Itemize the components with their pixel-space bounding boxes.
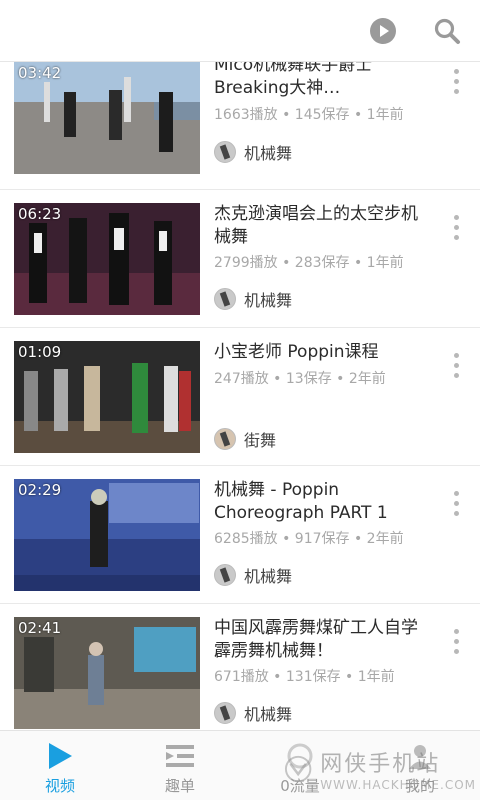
playlist-icon bbox=[166, 745, 194, 767]
channel-info[interactable]: 机械舞 bbox=[214, 563, 292, 587]
channel-avatar bbox=[214, 288, 236, 310]
tab-label: 趣单 bbox=[164, 777, 195, 795]
video-thumbnail[interactable]: 03:42 bbox=[14, 62, 200, 174]
video-title[interactable]: 机械舞 - Poppin Choreograph PART 1 bbox=[214, 479, 424, 525]
video-stats: 247播放 • 13保存 • 2年前 bbox=[214, 371, 386, 387]
video-list-item[interactable]: 06:23 杰克逊演唱会上的太空步机械舞 2799播放 • 283保存 • 1年… bbox=[0, 190, 480, 328]
video-thumbnail[interactable]: 02:29 bbox=[14, 479, 200, 591]
more-dots-icon bbox=[453, 214, 459, 220]
video-list-item[interactable]: 02:41 中国风霹雳舞煤矿工人自学霹雳舞机械舞！ 671播放 • 131保存 … bbox=[0, 604, 480, 730]
video-title[interactable]: 中国风霹雳舞煤矿工人自学霹雳舞机械舞！ bbox=[214, 617, 424, 663]
channel-name: 机械舞 bbox=[244, 144, 293, 163]
video-title[interactable]: Mico机械舞联手爵士Breaking大神… bbox=[214, 62, 424, 100]
video-duration: 02:29 bbox=[18, 481, 62, 499]
more-options-button[interactable] bbox=[446, 210, 466, 244]
video-duration: 03:42 bbox=[18, 64, 62, 82]
more-dots-icon bbox=[453, 68, 459, 74]
more-options-button[interactable] bbox=[446, 348, 466, 382]
tab-label: 视频 bbox=[44, 777, 75, 795]
video-thumbnail[interactable]: 01:09 bbox=[14, 341, 200, 453]
video-title[interactable]: 杰克逊演唱会上的太空步机械舞 bbox=[214, 203, 424, 249]
play-circle-icon bbox=[370, 18, 396, 44]
channel-avatar bbox=[214, 141, 236, 163]
video-duration: 01:09 bbox=[18, 343, 62, 361]
video-stats: 6285播放 • 917保存 • 2年前 bbox=[214, 531, 404, 547]
video-duration: 06:23 bbox=[18, 205, 62, 223]
tab-playlists[interactable]: 趣单 bbox=[120, 731, 240, 801]
channel-info[interactable]: 机械舞 bbox=[214, 140, 292, 164]
search-button[interactable] bbox=[430, 14, 464, 48]
more-options-button[interactable] bbox=[446, 486, 466, 520]
search-icon bbox=[434, 18, 460, 44]
video-list-item[interactable]: 01:09 小宝老师 Poppin课程 247播放 • 13保存 • 2年前 街… bbox=[0, 328, 480, 466]
channel-name: 机械舞 bbox=[244, 291, 293, 310]
video-stats: 671播放 • 131保存 • 1年前 bbox=[214, 669, 395, 685]
tab-videos[interactable]: 视频 bbox=[0, 731, 120, 801]
channel-name: 机械舞 bbox=[244, 705, 293, 724]
watermark-logo-icon bbox=[284, 755, 312, 783]
channel-avatar bbox=[214, 428, 236, 450]
more-options-button[interactable] bbox=[446, 624, 466, 658]
video-stats: 1663播放 • 145保存 • 1年前 bbox=[214, 107, 404, 123]
top-bar bbox=[0, 0, 480, 62]
more-dots-icon bbox=[453, 490, 459, 496]
video-title[interactable]: 小宝老师 Poppin课程 bbox=[214, 341, 424, 365]
channel-avatar bbox=[214, 564, 236, 586]
channel-info[interactable]: 机械舞 bbox=[214, 287, 292, 311]
video-duration: 02:41 bbox=[18, 619, 62, 637]
video-thumbnail[interactable]: 02:41 bbox=[14, 617, 200, 729]
channel-info[interactable]: 机械舞 bbox=[214, 701, 292, 725]
channel-name: 机械舞 bbox=[244, 567, 293, 586]
video-stats: 2799播放 • 283保存 • 1年前 bbox=[214, 255, 404, 271]
play-button[interactable] bbox=[366, 14, 400, 48]
video-list-item[interactable]: 03:42 Mico机械舞联手爵士Breaking大神… 1663播放 • 14… bbox=[0, 62, 480, 190]
channel-avatar bbox=[214, 702, 236, 724]
watermark: 网侠手机站 WWW.HACKHOME.COM bbox=[284, 742, 476, 796]
more-dots-icon bbox=[453, 352, 459, 358]
watermark-url: WWW.HACKHOME.COM bbox=[320, 778, 476, 792]
channel-info[interactable]: 街舞 bbox=[214, 427, 276, 451]
more-dots-icon bbox=[453, 628, 459, 634]
watermark-name: 网侠手机站 bbox=[320, 752, 441, 777]
video-thumbnail[interactable]: 06:23 bbox=[14, 203, 200, 315]
video-list-item[interactable]: 02:29 机械舞 - Poppin Choreograph PART 1 62… bbox=[0, 466, 480, 604]
video-feed[interactable]: 03:42 Mico机械舞联手爵士Breaking大神… 1663播放 • 14… bbox=[0, 62, 480, 730]
more-options-button[interactable] bbox=[446, 64, 466, 98]
channel-name: 街舞 bbox=[244, 431, 277, 450]
play-icon bbox=[49, 743, 72, 769]
